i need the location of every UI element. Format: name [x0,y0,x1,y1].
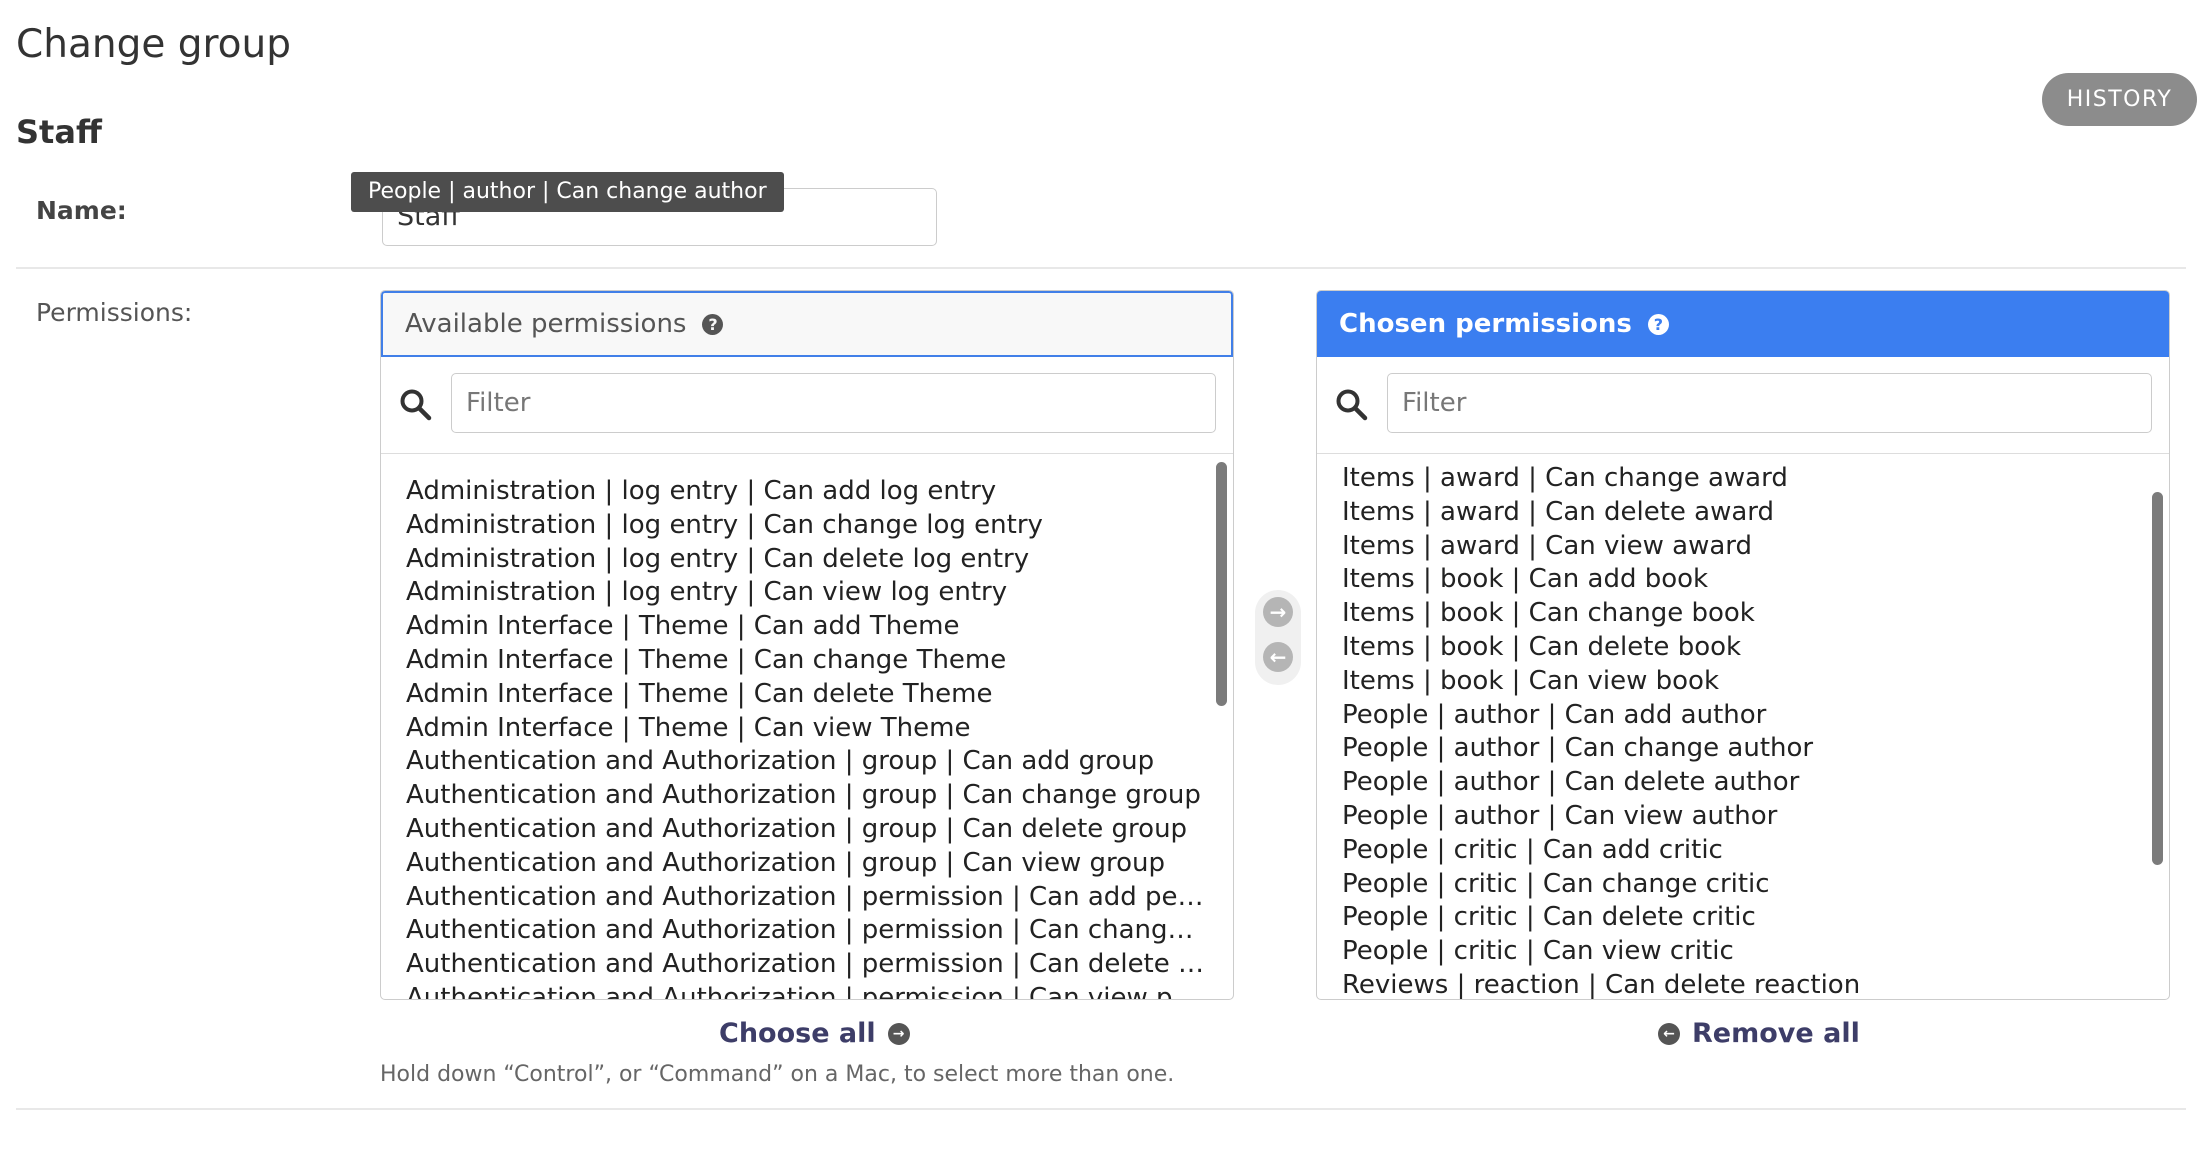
help-text: Hold down “Control”, or “Command” on a M… [380,1062,1175,1087]
available-permissions-box: Available permissions ? Filter Administr… [380,290,1234,1000]
search-icon [1336,389,1368,421]
divider [16,267,2186,269]
available-permissions-header: Available permissions ? [381,291,1233,357]
available-permission-option[interactable]: Authentication and Authorization | permi… [406,948,1208,982]
chosen-permission-option[interactable]: People | critic | Can add critic [1342,834,2144,868]
name-label: Name: [36,196,127,225]
chosen-permission-option[interactable]: Items | award | Can view award [1342,530,2144,564]
remove-all-link[interactable]: ← Remove all [1658,1018,1860,1049]
move-buttons: → ← [1255,590,1301,685]
available-permission-option[interactable]: Authentication and Authorization | group… [406,745,1208,779]
available-permissions-title: Available permissions [405,309,687,339]
available-permission-option[interactable]: Administration | log entry | Can change … [406,509,1208,543]
chosen-permission-option[interactable]: Reviews | reaction | Can delete reaction [1342,969,2144,999]
choose-all-label: Choose all [719,1018,876,1049]
chosen-permissions-list[interactable]: Items | award | Can change award Items | … [1317,454,2169,999]
available-permission-option[interactable]: Admin Interface | Theme | Can add Theme [406,610,1208,644]
tooltip: People | author | Can change author [351,172,784,212]
help-icon[interactable]: ? [1647,313,1669,335]
chosen-permission-option[interactable]: People | author | Can add author [1342,699,2144,733]
chosen-permission-option[interactable]: Items | book | Can delete book [1342,631,2144,665]
available-permission-option[interactable]: Administration | log entry | Can add log… [406,475,1208,509]
chosen-permissions-header: Chosen permissions ? [1317,291,2169,357]
object-name: Staff [16,113,102,151]
scrollbar-thumb[interactable] [1216,462,1227,706]
chosen-permission-option[interactable]: Items | book | Can view book [1342,665,2144,699]
chosen-permission-option[interactable]: Items | book | Can add book [1342,563,2144,597]
chosen-permission-option[interactable]: People | author | Can delete author [1342,766,2144,800]
available-permission-option[interactable]: Authentication and Authorization | permi… [406,982,1208,999]
chosen-permissions-box: Chosen permissions ? Filter Items | awar… [1316,290,2170,1000]
chosen-permission-option[interactable]: People | author | Can change author [1342,732,2144,766]
chosen-permission-option[interactable]: Items | award | Can delete award [1342,496,2144,530]
permissions-label: Permissions: [36,298,193,327]
scrollbar-thumb[interactable] [2152,492,2163,865]
available-permission-option[interactable]: Authentication and Authorization | group… [406,813,1208,847]
available-permission-option[interactable]: Authentication and Authorization | group… [406,847,1208,881]
remove-arrow-icon[interactable]: ← [1263,642,1293,672]
available-permission-option[interactable]: Administration | log entry | Can delete … [406,543,1208,577]
available-permission-option[interactable]: Administration | log entry | Can view lo… [406,576,1208,610]
divider [16,1108,2186,1110]
chosen-permission-option[interactable]: Items | award | Can change award [1342,462,2144,496]
page-title: Change group [16,22,291,67]
chosen-permissions-title: Chosen permissions [1339,309,1632,339]
available-permission-option[interactable]: Admin Interface | Theme | Can delete The… [406,678,1208,712]
available-permissions-list[interactable]: Administration | log entry | Can add log… [381,454,1233,999]
available-permission-option[interactable]: Authentication and Authorization | permi… [406,881,1208,915]
chosen-permission-option[interactable]: People | critic | Can change critic [1342,868,2144,902]
available-permission-option[interactable]: Authentication and Authorization | permi… [406,914,1208,948]
chosen-permission-option[interactable]: People | author | Can view author [1342,800,2144,834]
search-icon [400,389,432,421]
arrow-right-icon: → [887,1022,910,1045]
available-filter-row: Filter [381,357,1233,454]
chosen-filter-row: Filter [1317,357,2169,454]
available-permission-option[interactable]: Admin Interface | Theme | Can change The… [406,644,1208,678]
choose-arrow-icon[interactable]: → [1263,597,1293,627]
arrow-left-icon: ← [1658,1022,1680,1045]
history-button[interactable]: HISTORY [2042,73,2197,126]
available-permission-option[interactable]: Authentication and Authorization | group… [406,779,1208,813]
remove-all-label: Remove all [1692,1018,1860,1049]
available-filter-input[interactable]: Filter [451,373,1216,433]
chosen-permission-option[interactable]: People | critic | Can delete critic [1342,901,2144,935]
chosen-filter-input[interactable]: Filter [1387,373,2152,433]
chosen-permission-option[interactable]: People | critic | Can view critic [1342,935,2144,969]
available-permission-option[interactable]: Admin Interface | Theme | Can view Theme [406,712,1208,746]
choose-all-link[interactable]: Choose all → [719,1018,910,1049]
help-icon[interactable]: ? [702,313,724,335]
chosen-permission-option[interactable]: Items | book | Can change book [1342,597,2144,631]
